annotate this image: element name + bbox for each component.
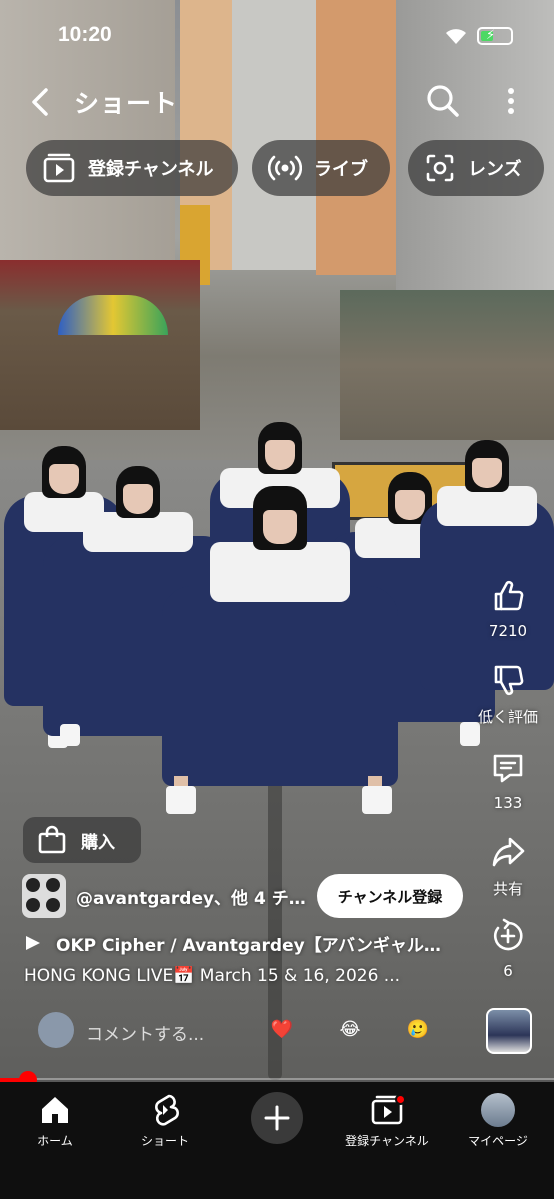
shorts-icon (155, 1094, 179, 1126)
remix-button[interactable]: 6 (476, 918, 540, 980)
reaction-laugh[interactable]: 😂 (338, 1018, 362, 1042)
nav-subscriptions[interactable]: 登録チャンネル (337, 1092, 437, 1149)
comments-button[interactable]: 133 (476, 750, 540, 812)
status-time: 10:20 (58, 23, 112, 46)
channel-row: @avantgardey、他 4 チ… チャンネル登録 (22, 874, 463, 920)
chip-live[interactable]: ライブ (252, 140, 390, 196)
live-icon (268, 155, 302, 181)
thumb-up-icon (494, 580, 524, 611)
chip-subscriptions[interactable]: 登録チャンネル (26, 140, 238, 196)
dancer-center (160, 486, 400, 826)
chip-lens[interactable]: レンズ (408, 140, 544, 196)
nav-shorts[interactable]: ショート (115, 1092, 215, 1149)
wifi-icon (446, 29, 466, 44)
lens-icon (426, 154, 454, 182)
nav-shorts-label: ショート (140, 1134, 189, 1148)
nav-home[interactable]: ホーム (5, 1092, 105, 1149)
buy-button[interactable]: 購入 (23, 817, 141, 863)
play-icon (26, 936, 40, 950)
share-icon (492, 837, 525, 867)
dislike-button[interactable]: 低く評価 (476, 662, 540, 727)
bottom-nav: ホーム ショート 登録チャンネル マイページ (0, 1082, 554, 1199)
nav-subscriptions-label: 登録チャンネル (345, 1134, 429, 1148)
top-bar: ショート (0, 76, 554, 126)
notification-dot (395, 1094, 406, 1105)
dislike-label: 低く評価 (477, 708, 538, 726)
avatar (481, 1093, 515, 1127)
status-bar: 10:20 ⚡ (0, 0, 554, 70)
share-label: 共有 (492, 880, 523, 898)
thumb-down-icon (494, 665, 524, 696)
market-stall-left (0, 260, 200, 430)
remix-icon (493, 918, 523, 951)
home-icon (42, 1097, 68, 1123)
share-button[interactable]: 共有 (476, 834, 540, 899)
reaction-tear[interactable]: 🥲 (406, 1018, 430, 1042)
nav-profile-label: マイページ (468, 1134, 528, 1148)
video-caption[interactable]: HONG KONG LIVE📅 March 15 & 16, 2026 ... (24, 966, 444, 992)
like-count: 7210 (488, 622, 528, 640)
reaction-heart[interactable]: ❤️ (270, 1018, 294, 1042)
chip-lens-label: レンズ (468, 159, 522, 180)
comment-row[interactable]: コメントする... ❤️ 😂 🥲 (38, 1012, 438, 1050)
page-title: ショート (74, 89, 179, 118)
chip-live-label: ライブ (314, 159, 368, 180)
market-stall-right (340, 290, 554, 440)
subscriptions-icon (43, 153, 75, 183)
back-arrow-icon[interactable] (24, 84, 60, 120)
search-icon[interactable] (424, 82, 462, 120)
like-button[interactable]: 7210 (476, 578, 540, 640)
channel-name[interactable]: @avantgardey、他 4 チ… (76, 884, 316, 909)
nav-profile[interactable]: マイページ (448, 1092, 548, 1149)
comment-placeholder: コメントする... (86, 1025, 205, 1045)
comment-icon (493, 754, 523, 783)
more-vert-icon[interactable] (496, 82, 526, 120)
sound-thumbnail[interactable] (486, 1008, 532, 1054)
chip-subscriptions-label: 登録チャンネル (88, 159, 214, 180)
buy-label: 購入 (81, 832, 115, 853)
channel-avatar[interactable] (22, 874, 66, 918)
create-button[interactable] (251, 1092, 303, 1144)
subscribe-button[interactable]: チャンネル登録 (317, 874, 463, 918)
battery-icon: ⚡ (477, 27, 513, 45)
create-icon (264, 1105, 290, 1131)
song-title: OKP Cipher / Avantgardey【アバンギャル… (56, 935, 441, 956)
comment-count: 133 (493, 794, 523, 812)
shopping-bag-icon (38, 825, 66, 854)
user-avatar (38, 1012, 74, 1048)
nav-home-label: ホーム (37, 1134, 73, 1148)
remix-count: 6 (503, 962, 513, 980)
song-link[interactable]: OKP Cipher / Avantgardey【アバンギャル… (24, 930, 454, 956)
